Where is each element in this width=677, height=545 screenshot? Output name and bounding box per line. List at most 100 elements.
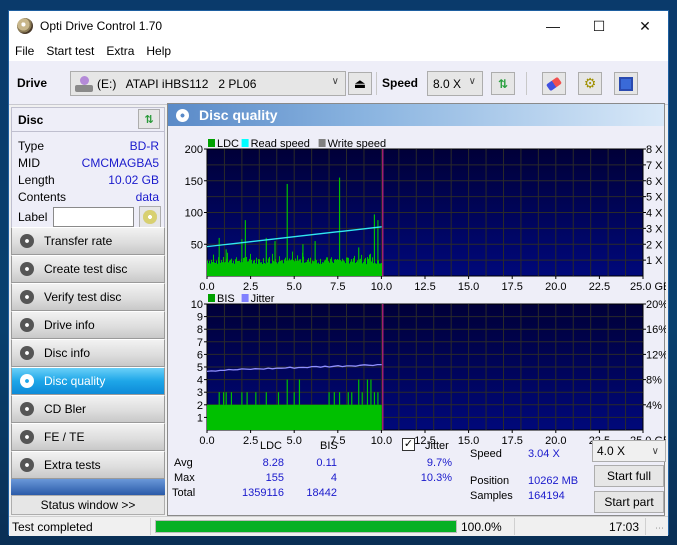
nav-item-label: Drive info: [44, 318, 95, 332]
menu-help[interactable]: Help: [140, 44, 177, 58]
disc-length-label: Length: [18, 172, 55, 187]
test-disc-icon: [20, 234, 34, 248]
close-icon: ✕: [639, 17, 651, 34]
legend-label: LDC: [217, 138, 239, 150]
y-tick-label: 9: [197, 312, 203, 324]
settings-button[interactable]: ⚙: [578, 72, 602, 95]
samples-value: 164194: [528, 490, 565, 502]
eject-button[interactable]: ⏏: [348, 72, 372, 95]
minimize-button[interactable]: —: [530, 11, 576, 41]
x-tick-label: 25.0 GB: [630, 281, 666, 293]
nav-item-label: Transfer rate: [44, 234, 113, 248]
menu-file[interactable]: File: [9, 44, 40, 58]
start-full-button[interactable]: Start full: [594, 465, 664, 487]
toolbar-divider: [526, 72, 527, 95]
test-speed-select[interactable]: 4.0 X ∨: [592, 440, 666, 462]
minimize-icon: —: [546, 18, 560, 34]
test-disc-icon: [20, 346, 34, 360]
y2-tick-label: 2 X: [646, 239, 663, 251]
y-tick-label: 100: [185, 208, 203, 220]
save-icon: [619, 76, 633, 91]
legend-swatch: [241, 294, 249, 302]
stats-col-bis: BIS: [320, 440, 338, 452]
disc-label-input[interactable]: [53, 207, 135, 227]
app-disc-icon: [17, 18, 33, 34]
stats-max-jitter: 10.3%: [420, 472, 452, 484]
disc-row-contents: Contents data: [12, 188, 164, 205]
y2-tick-label: 1 X: [646, 255, 663, 267]
nav-item-create-test-disc[interactable]: Create test disc: [11, 255, 165, 283]
stats-avg-jitter: 9.7%: [426, 457, 452, 469]
disc-row-length: Length 10.02 GB: [12, 171, 164, 188]
nav-item-extra-tests[interactable]: Extra tests: [11, 451, 165, 479]
nav-item-disc-quality[interactable]: Disc quality: [11, 367, 165, 395]
status-message: Test completed: [12, 520, 93, 534]
statusbar-divider: [645, 518, 646, 535]
nav-item-label: Create test disc: [44, 262, 128, 276]
nav-item-label: CD Bler: [44, 402, 87, 416]
start-part-button[interactable]: Start part: [594, 491, 664, 513]
y2-tick-label: 4 X: [646, 208, 663, 220]
y-tick-label: 2: [197, 400, 203, 412]
nav-item-drive-info[interactable]: Drive info: [11, 311, 165, 339]
disc-icon: [143, 210, 158, 224]
status-window-button[interactable]: Status window >>: [11, 495, 165, 515]
y-tick-label: 10: [191, 299, 203, 311]
jitter-checkbox[interactable]: ✓: [402, 438, 415, 451]
chevron-down-icon: ∨: [331, 76, 339, 87]
legend-label: BIS: [217, 293, 235, 305]
legend-swatch: [208, 139, 215, 147]
y2-tick-label: 4%: [646, 400, 662, 412]
nav-item-fe-te[interactable]: FE / TE: [11, 423, 165, 451]
stats-total-ldc: 1359116: [241, 487, 284, 499]
stats-total-bis: 18442: [306, 487, 337, 499]
drive-value: (E:) ATAPI iHBS112 2 PL06: [97, 76, 257, 91]
erase-button[interactable]: [542, 72, 566, 95]
stats-table: LDC BIS ✓ Jitter Avg 8.28 0.11 9.7% Max …: [168, 438, 468, 510]
disc-refresh-button[interactable]: ⇅: [138, 109, 160, 129]
nav-item-cd-bler[interactable]: CD Bler: [11, 395, 165, 423]
nav-item-verify-test-disc[interactable]: Verify test disc: [11, 283, 165, 311]
nav-item-transfer-rate[interactable]: Transfer rate: [11, 227, 165, 255]
resize-grip-icon[interactable]: ⋯: [655, 523, 664, 534]
x-tick-label: 7.5: [330, 281, 345, 293]
x-tick-label: 5.0: [287, 281, 302, 293]
y-tick-label: 6: [197, 349, 203, 361]
legend-swatch: [208, 294, 215, 302]
refresh-icon: ⇅: [497, 76, 509, 91]
erase-icon: [545, 76, 563, 91]
legend-label: Read speed: [251, 138, 310, 150]
run-speed-label: Speed: [470, 448, 502, 460]
disc-label-button[interactable]: [139, 206, 162, 228]
drive-select[interactable]: (E:) ATAPI iHBS112 2 PL06 ∨: [70, 71, 346, 96]
nav-spacer: [11, 479, 165, 495]
x-tick-label: 10.0: [371, 281, 392, 293]
y-tick-label: 200: [185, 144, 203, 156]
legend-label: Write speed: [328, 138, 387, 150]
x-tick-label: 2.5: [243, 281, 258, 293]
stats-avg-label: Avg: [174, 457, 193, 469]
nav-item-disc-info[interactable]: Disc info: [11, 339, 165, 367]
save-button[interactable]: [614, 72, 638, 95]
close-button[interactable]: ✕: [622, 11, 668, 41]
stats-avg-ldc: 8.28: [262, 457, 284, 469]
progress-fill: [156, 521, 456, 532]
y2-tick-label: 20%: [646, 299, 666, 311]
disc-type-value: BD-R: [129, 138, 159, 153]
statusbar-divider: [150, 518, 151, 535]
disc-panel: Disc ⇅ Type BD-R MID CMCMAGBA5 Length 10…: [11, 107, 165, 232]
test-disc-icon: [20, 402, 34, 416]
menu-extra[interactable]: Extra: [100, 44, 140, 58]
maximize-button[interactable]: ☐: [576, 11, 622, 41]
disc-mid-value: CMCMAGBA5: [81, 155, 159, 170]
refresh-button[interactable]: ⇅: [491, 72, 515, 95]
legend-label: Jitter: [251, 293, 275, 305]
x-tick-label: 12.5: [414, 281, 435, 293]
drive-icon: [75, 75, 93, 92]
y-tick-label: 50: [191, 239, 203, 251]
x-tick-label: 20.0: [545, 281, 566, 293]
menu-start-test[interactable]: Start test: [40, 44, 100, 58]
speed-select[interactable]: 8.0 X ∨: [427, 71, 483, 96]
drive-label: Drive: [17, 76, 48, 90]
x-tick-label: 15.0: [458, 281, 479, 293]
